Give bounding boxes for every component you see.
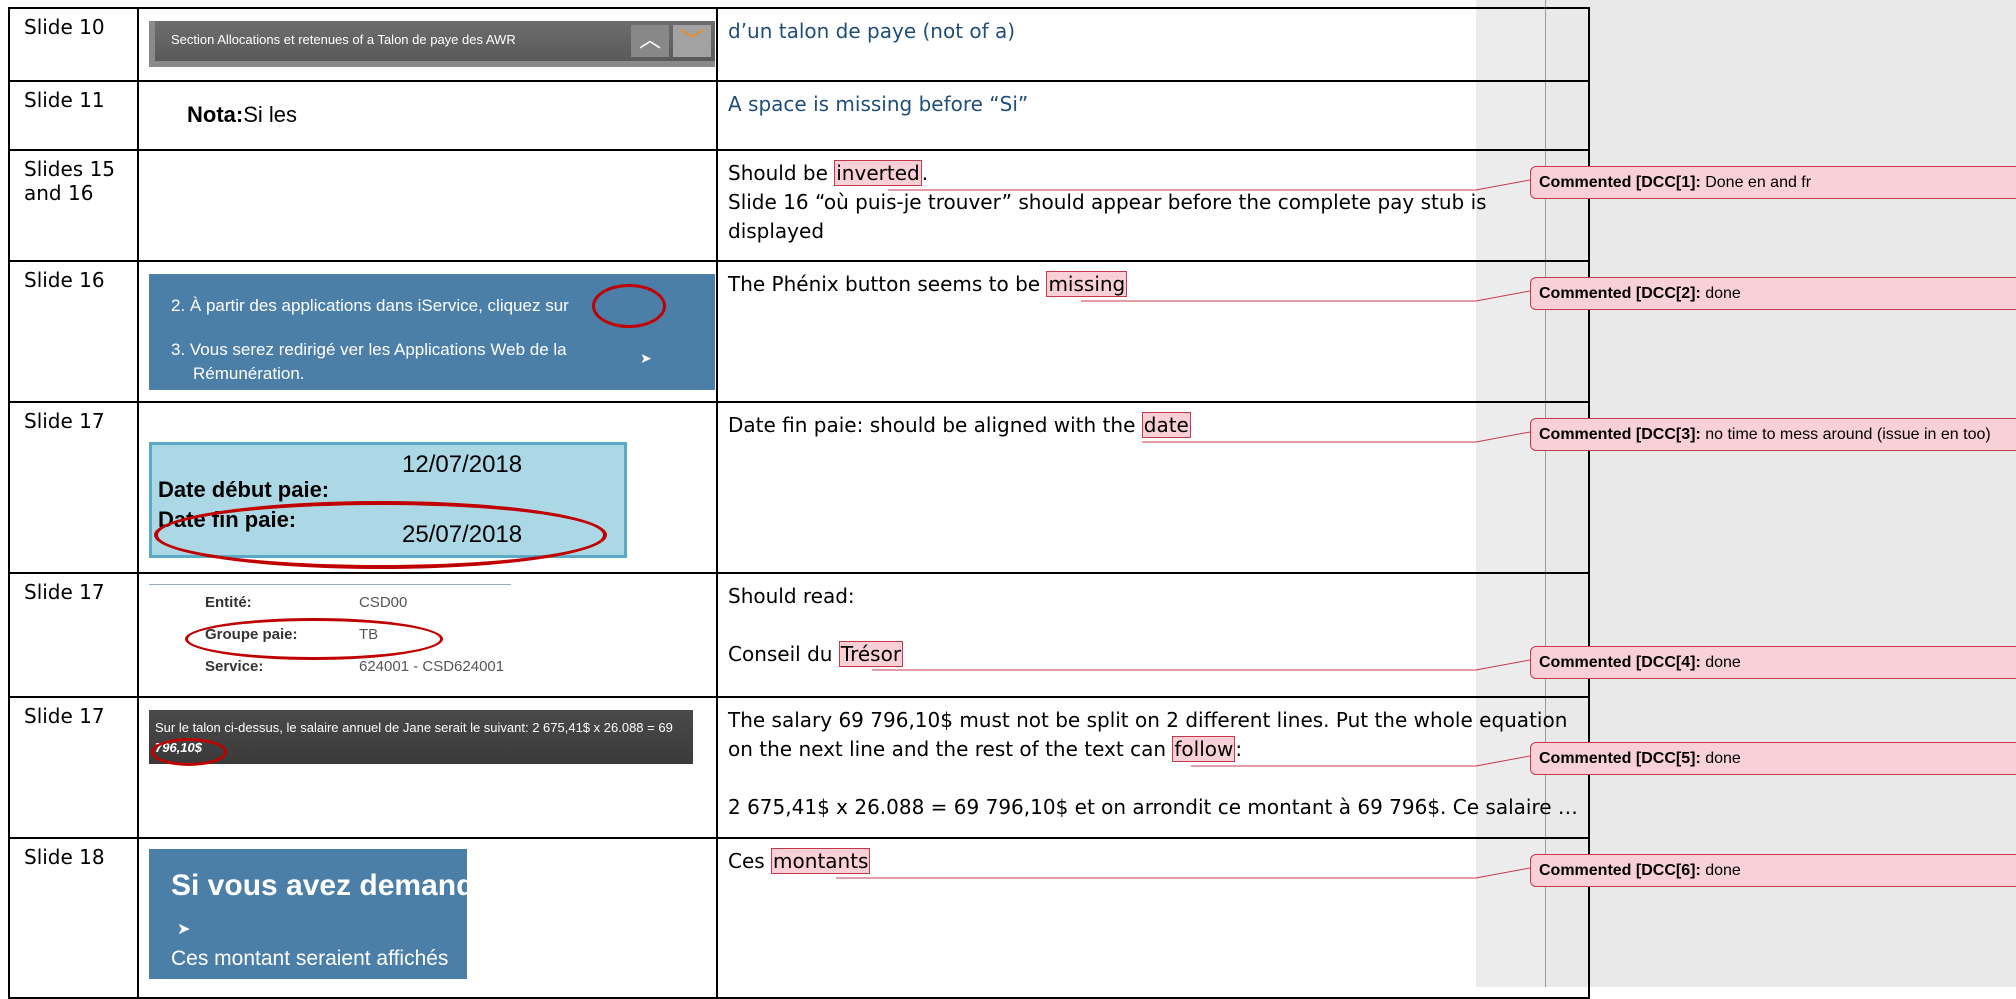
connector-line	[1142, 431, 1531, 443]
comment-body: no time to mess around (issue in en too)	[1700, 426, 1991, 443]
comment-balloon[interactable]: Commented [DCC[3]: no time to mess aroun…	[1530, 418, 2016, 451]
comment-balloon[interactable]: Commented [DCC[5]: done	[1530, 742, 2016, 775]
comment-body: done	[1700, 285, 1741, 302]
comment-author: Commented [DCC[1]:	[1539, 174, 1701, 191]
connector-line	[1081, 290, 1531, 302]
comment-author: Commented [DCC[3]:	[1539, 426, 1701, 443]
connector-line	[888, 179, 1531, 191]
comment-body: done	[1700, 750, 1741, 767]
comment-body: Done en and fr	[1700, 174, 1812, 191]
comment-author: Commented [DCC[5]:	[1539, 750, 1701, 767]
comment-balloon[interactable]: Commented [DCC[6]: done	[1530, 854, 2016, 887]
comment-body: done	[1700, 862, 1741, 879]
connector-line	[872, 659, 1531, 671]
comment-author: Commented [DCC[4]:	[1539, 654, 1701, 671]
comment-author: Commented [DCC[6]:	[1539, 862, 1701, 879]
connector-line	[1191, 755, 1531, 767]
comment-balloon[interactable]: Commented [DCC[2]: done	[1530, 277, 2016, 310]
connector-line	[836, 867, 1531, 879]
comment-balloon[interactable]: Commented [DCC[1]: Done en and fr	[1530, 166, 2016, 199]
comment-connector-lines	[836, 179, 1531, 879]
comment-author: Commented [DCC[2]:	[1539, 285, 1701, 302]
comment-body: done	[1700, 654, 1741, 671]
comment-balloon[interactable]: Commented [DCC[4]: done	[1530, 646, 2016, 679]
